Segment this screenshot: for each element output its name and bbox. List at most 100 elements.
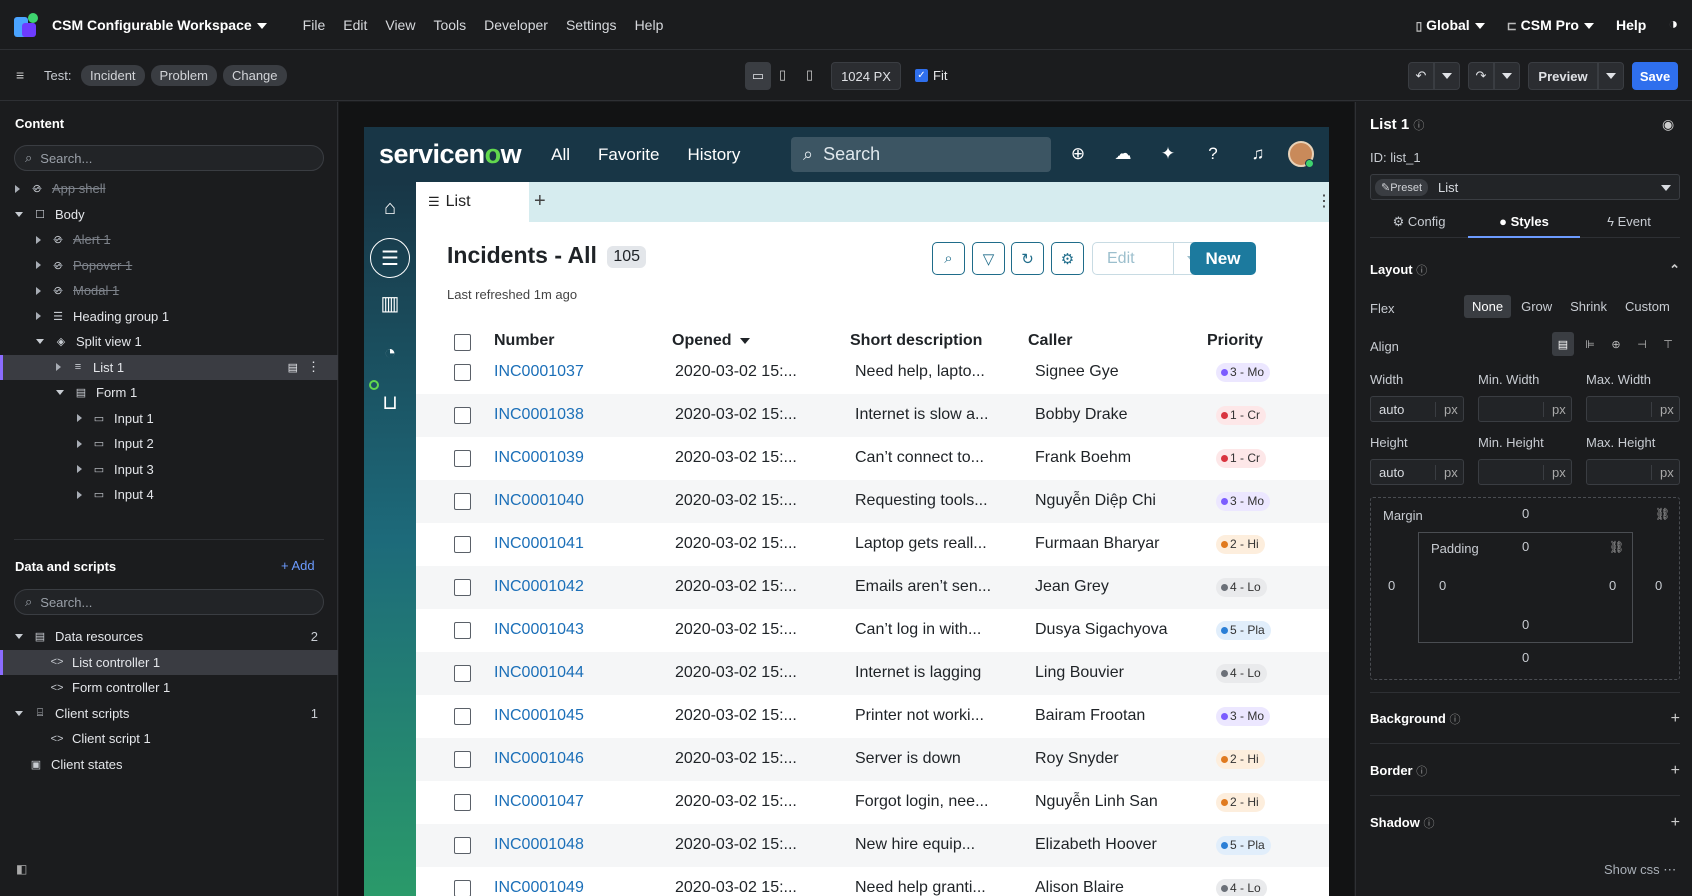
tree-item-modal[interactable]: ⊘ Modal 1 [0, 278, 338, 304]
test-chip-problem[interactable]: Problem [150, 65, 217, 86]
align-center-icon[interactable]: ⊕ [1606, 338, 1626, 351]
margin-bottom-value[interactable]: 0 [1522, 650, 1529, 665]
padding-top-value[interactable]: 0 [1522, 539, 1529, 554]
column-header-priority[interactable]: Priority [1207, 332, 1263, 350]
undo-button[interactable]: ↶ [1408, 62, 1434, 90]
incident-number-link[interactable]: INC0001042 [494, 578, 584, 596]
row-checkbox[interactable] [454, 579, 471, 596]
preview-menu-button[interactable] [1598, 62, 1624, 90]
chevron-down-icon[interactable] [15, 211, 23, 217]
row-checkbox[interactable] [454, 794, 471, 811]
fit-checkbox[interactable]: ✓ [915, 69, 928, 82]
row-checkbox[interactable] [454, 450, 471, 467]
tree-item-app-shell[interactable]: ⊘ App shell [0, 176, 338, 202]
row-checkbox[interactable] [454, 622, 471, 639]
table-row[interactable]: INC0001042 2020-03-02 15:... Emails aren’t… [416, 566, 1329, 609]
incident-number-link[interactable]: INC0001049 [494, 879, 584, 896]
flex-none-option[interactable]: None [1464, 295, 1512, 318]
table-row[interactable]: INC0001044 2020-03-02 15:... Internet is l… [416, 652, 1329, 695]
shadow-section-header[interactable]: Shadow ⓘ + [1370, 813, 1680, 833]
row-checkbox[interactable] [454, 708, 471, 725]
table-row[interactable]: INC0001047 2020-03-02 15:... Forgot login,… [416, 781, 1329, 824]
add-tab-icon[interactable]: + [534, 190, 546, 213]
table-row[interactable]: INC0001039 2020-03-02 15:... Can’t connect… [416, 437, 1329, 480]
chat-icon[interactable]: ☁ [1112, 143, 1134, 165]
inbox-icon[interactable]: ⊔ [375, 387, 405, 417]
margin-right-value[interactable]: 0 [1655, 578, 1662, 593]
table-row[interactable]: INC0001049 2020-03-02 15:... Need help gra… [416, 867, 1329, 896]
row-checkbox[interactable] [454, 665, 471, 682]
desktop-view-button[interactable]: ▭ [745, 62, 771, 90]
data-search-input[interactable]: ⌕ Search... [14, 589, 324, 615]
plugin-selector[interactable]: ⊏ CSM Pro [1507, 17, 1594, 33]
tree-item-popover[interactable]: ⊘ Popover 1 [0, 253, 338, 279]
incident-number-link[interactable]: INC0001047 [494, 793, 584, 811]
info-icon[interactable]: ⓘ [1413, 120, 1424, 132]
visibility-eye-icon[interactable]: ◉ [1662, 116, 1674, 133]
menu-file[interactable]: File [303, 17, 326, 33]
incident-number-link[interactable]: INC0001043 [494, 621, 584, 639]
link-icon[interactable]: ⛓ [1655, 507, 1670, 521]
theme-toggle-icon[interactable]: ◑ [1668, 16, 1678, 34]
padding-right-value[interactable]: 0 [1609, 578, 1616, 593]
tree-item-input-2[interactable]: ▭ Input 2 [0, 431, 338, 457]
tree-item-split-view[interactable]: ◈ Split view 1 [0, 329, 338, 355]
layout-section-header[interactable]: Layout ⓘ ⌃ [1370, 260, 1680, 280]
table-row[interactable]: INC0001045 2020-03-02 15:... Printer not w… [416, 695, 1329, 738]
tree-item-form[interactable]: ▤ Form 1 [0, 380, 338, 406]
tab-list[interactable]: ☰ List [416, 182, 529, 222]
padding-left-value[interactable]: 0 [1439, 578, 1446, 593]
add-data-button[interactable]: + Add [281, 558, 315, 573]
save-button[interactable]: Save [1632, 62, 1678, 90]
incident-number-link[interactable]: INC0001045 [494, 707, 584, 725]
tab-event[interactable]: ϟ Event [1580, 214, 1678, 229]
content-search-input[interactable]: ⌕ Search... [14, 145, 324, 171]
height-input[interactable]: auto px [1370, 459, 1464, 485]
column-header-caller[interactable]: Caller [1028, 332, 1072, 350]
row-checkbox[interactable] [454, 364, 471, 381]
min-width-input[interactable]: px [1478, 396, 1572, 422]
row-checkbox[interactable] [454, 536, 471, 553]
tree-item-body[interactable]: ☐ Body [0, 202, 338, 228]
workspace-selector[interactable]: CSM Configurable Workspace [52, 17, 267, 33]
menu-help[interactable]: Help [635, 17, 664, 33]
test-chip-change[interactable]: Change [222, 65, 287, 86]
background-section-header[interactable]: Background ⓘ + [1370, 709, 1680, 729]
align-end-icon[interactable]: ⊣ [1632, 338, 1652, 351]
tree-item-client-script[interactable]: <> Client script 1 [0, 726, 338, 752]
tab-styles[interactable]: ● Styles [1468, 206, 1580, 238]
chevron-down-icon[interactable] [56, 390, 64, 396]
show-css-button[interactable]: Show css ⋯ [1604, 862, 1676, 878]
nav-history[interactable]: History [687, 145, 740, 165]
incident-number-link[interactable]: INC0001048 [494, 836, 584, 854]
filter-button[interactable]: ▽ [972, 242, 1005, 275]
nav-favorite[interactable]: Favorite [598, 145, 659, 165]
preset-select[interactable]: ✎Preset List [1370, 174, 1680, 200]
chevron-down-icon[interactable] [15, 634, 23, 640]
tree-item-input-3[interactable]: ▭ Input 3 [0, 457, 338, 483]
home-icon[interactable]: ⌂ [375, 193, 405, 223]
padding-bottom-value[interactable]: 0 [1522, 617, 1529, 632]
undo-menu-button[interactable] [1434, 62, 1460, 90]
tree-item-input-4[interactable]: ▭ Input 4 [0, 482, 338, 508]
flex-grow-option[interactable]: Grow [1513, 295, 1560, 318]
max-height-input[interactable]: px [1586, 459, 1680, 485]
width-input[interactable]: auto px [1370, 396, 1464, 422]
bell-icon[interactable]: ♫ [1247, 143, 1269, 165]
mobile-view-button[interactable]: ▯ [806, 67, 813, 83]
menu-view[interactable]: View [385, 17, 415, 33]
incident-number-link[interactable]: INC0001044 [494, 664, 584, 682]
row-checkbox[interactable] [454, 493, 471, 510]
tree-item-client-scripts[interactable]: ⌸ Client scripts 1 [0, 701, 338, 727]
row-checkbox[interactable] [454, 880, 471, 896]
tree-item-form-controller[interactable]: <> Form controller 1 [0, 675, 338, 701]
search-list-button[interactable]: ⌕ [932, 242, 965, 275]
align-stretch-icon[interactable]: ▤ [1552, 332, 1574, 356]
incident-number-link[interactable]: INC0001041 [494, 535, 584, 553]
incident-number-link[interactable]: INC0001037 [494, 363, 584, 381]
fit-toggle[interactable]: ✓ Fit [915, 68, 947, 83]
align-start-icon[interactable]: ⊫ [1580, 338, 1600, 351]
app-search-input[interactable]: ⌕ Search [791, 137, 1051, 172]
sparkle-icon[interactable]: ✦ [1157, 143, 1179, 165]
flex-custom-option[interactable]: Custom [1617, 295, 1678, 318]
